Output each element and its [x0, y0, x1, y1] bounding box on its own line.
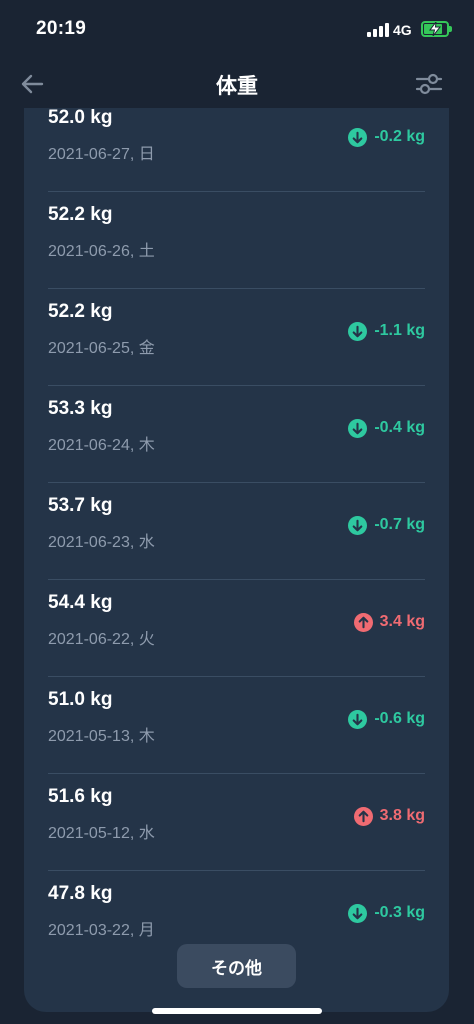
weight-change-value: 3.8 kg [379, 807, 425, 824]
weight-change-value: -0.7 kg [374, 516, 425, 533]
weight-change: -0.2 kg [348, 126, 425, 148]
weight-change: -0.3 kg [348, 902, 425, 924]
list-item[interactable]: 51.0 kg 2021-05-13, 木 -0.6 kg [48, 677, 425, 774]
weight-change: -0.4 kg [348, 417, 425, 439]
list-item[interactable]: 52.2 kg 2021-06-26, 土 [48, 192, 425, 289]
list-item[interactable]: 53.7 kg 2021-06-23, 水 -0.7 kg [48, 483, 425, 580]
entry-date: 2021-06-27, 日 [48, 146, 155, 163]
weight-change: -1.1 kg [348, 320, 425, 342]
weight-value: 47.8 kg [48, 883, 113, 904]
weight-change-value: -0.2 kg [374, 128, 425, 145]
weight-value: 52.2 kg [48, 204, 113, 225]
entry-date: 2021-06-25, 金 [48, 340, 155, 357]
list-item[interactable]: 52.2 kg 2021-06-25, 金 -1.1 kg [48, 289, 425, 386]
weight-change-value: -0.4 kg [374, 419, 425, 436]
entry-date: 2021-05-13, 木 [48, 728, 155, 745]
entry-date: 2021-03-22, 月 [48, 922, 155, 939]
entry-date: 2021-06-22, 火 [48, 631, 155, 648]
entry-date: 2021-05-12, 水 [48, 825, 155, 842]
weight-change: -0.7 kg [348, 514, 425, 536]
weight-change-value: -1.1 kg [374, 322, 425, 339]
entry-date: 2021-06-26, 土 [48, 243, 155, 260]
weight-value: 52.2 kg [48, 301, 113, 322]
weight-change: 3.4 kg [353, 611, 425, 633]
filter-button[interactable] [414, 69, 444, 99]
weight-change-value: -0.3 kg [374, 904, 425, 921]
entry-date: 2021-06-24, 木 [48, 437, 155, 454]
more-button[interactable]: その他 [177, 944, 296, 988]
sliders-icon [415, 73, 443, 95]
arrow-down-circle-icon [348, 321, 368, 341]
weight-value: 52.0 kg [48, 108, 113, 128]
page-title: 体重 [216, 75, 258, 98]
weight-change: -0.6 kg [348, 708, 425, 730]
arrow-down-circle-icon [348, 515, 368, 535]
list-item[interactable]: 52.0 kg 2021-06-27, 日 -0.2 kg [48, 108, 425, 192]
weight-list: 52.0 kg 2021-06-27, 日 -0.2 kg 52.2 kg 2021-0… [24, 108, 449, 968]
weight-value: 54.4 kg [48, 592, 113, 613]
arrow-up-circle-icon [353, 612, 373, 632]
status-bar: 20:19 4G [0, 0, 474, 60]
list-item[interactable]: 53.3 kg 2021-06-24, 木 -0.4 kg [48, 386, 425, 483]
battery-icon [421, 21, 452, 37]
list-item[interactable]: 54.4 kg 2021-06-22, 火 3.4 kg [48, 580, 425, 677]
weight-value: 51.0 kg [48, 689, 113, 710]
network-label: 4G [393, 22, 412, 38]
signal-icon [367, 23, 389, 37]
arrow-down-circle-icon [348, 903, 368, 923]
list-item[interactable]: 51.6 kg 2021-05-12, 水 3.8 kg [48, 774, 425, 871]
entry-date: 2021-06-23, 水 [48, 534, 155, 551]
arrow-down-circle-icon [348, 127, 368, 147]
arrow-up-circle-icon [353, 806, 373, 826]
status-time: 20:19 [36, 18, 87, 39]
home-indicator[interactable] [152, 1008, 322, 1014]
weight-history-card: 52.0 kg 2021-06-27, 日 -0.2 kg 52.2 kg 2021-0… [24, 108, 449, 1012]
arrow-down-circle-icon [348, 709, 368, 729]
weight-change: 3.8 kg [353, 805, 425, 827]
nav-header: 体重 [0, 60, 474, 108]
weight-value: 53.7 kg [48, 495, 113, 516]
weight-change-value: -0.6 kg [374, 710, 425, 727]
weight-value: 53.3 kg [48, 398, 113, 419]
screen: 20:19 4G 体重 52.0 kg 2021-06-27, 日 -0.2 k… [0, 0, 474, 1024]
weight-change-value: 3.4 kg [379, 613, 425, 630]
weight-value: 51.6 kg [48, 786, 113, 807]
arrow-down-circle-icon [348, 418, 368, 438]
